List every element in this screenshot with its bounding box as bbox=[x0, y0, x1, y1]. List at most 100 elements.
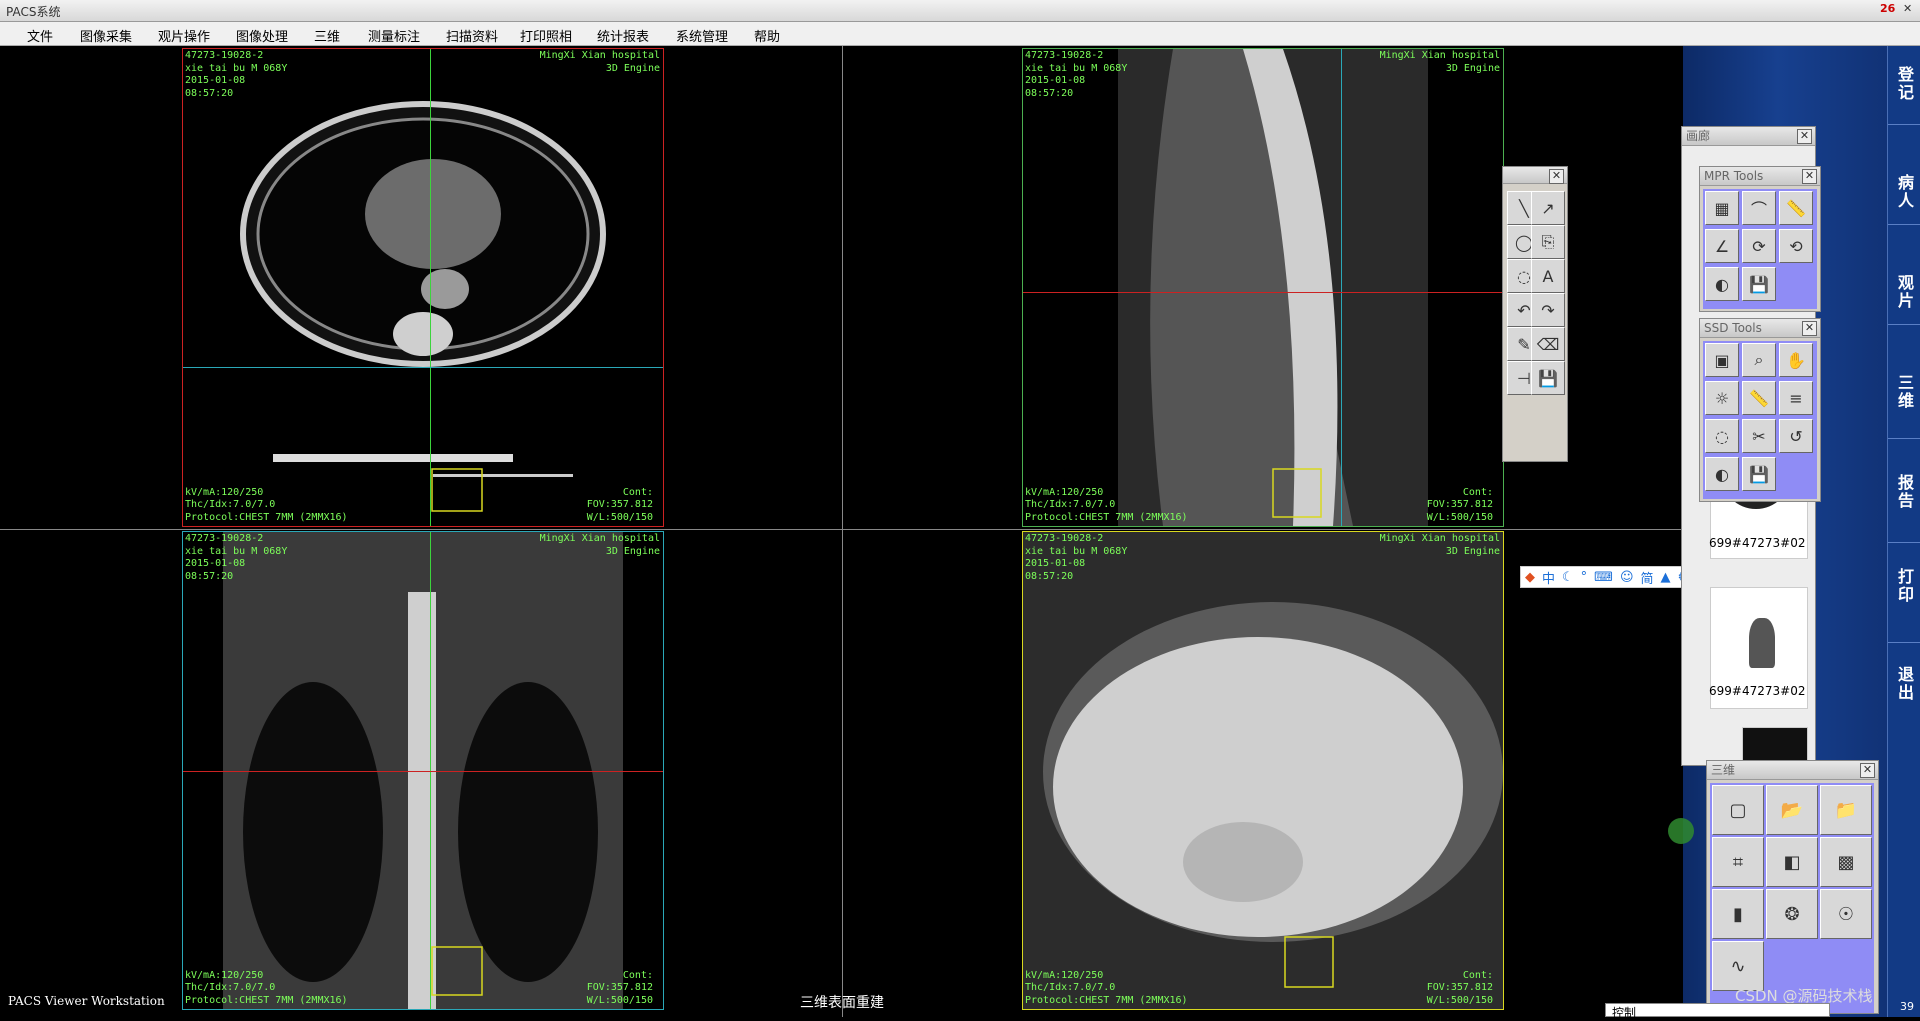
tab-print[interactable]: 打印 bbox=[1894, 568, 1916, 604]
patient-info: 47273-19028-2 xie tai bu M 068Y 2015-01-… bbox=[1025, 50, 1128, 99]
coronal-view-pane[interactable]: 47273-19028-2 xie tai bu M 068Y 2015-01-… bbox=[182, 531, 664, 1010]
angle-ruler-icon[interactable]: ∠ bbox=[1705, 229, 1739, 263]
color-map-icon[interactable]: ≡ bbox=[1779, 381, 1813, 415]
menu-file[interactable]: 文件 bbox=[27, 26, 53, 45]
punct-icon[interactable]: ° bbox=[1581, 570, 1588, 585]
open-series-icon[interactable]: 📁 bbox=[1820, 785, 1872, 835]
scan-params: kV/mA:120/250 Thc/Idx:7.0/7.0 Protocol:C… bbox=[1025, 486, 1188, 523]
close-icon[interactable]: ✕ bbox=[1802, 321, 1817, 336]
ssd-view-pane[interactable]: 47273-19028-2 xie tai bu M 068Y 2015-01-… bbox=[1022, 531, 1504, 1010]
crosshair-horizontal[interactable] bbox=[183, 367, 663, 368]
light-icon[interactable]: ☼ bbox=[1705, 381, 1739, 415]
grid-icon[interactable]: ▦ bbox=[1705, 191, 1739, 225]
tab-report[interactable]: 报告 bbox=[1894, 474, 1916, 510]
threed-window: 三维 ✕ ▢ 📂 📁 ⌗ ◧ ▩ ▮ ❂ ☉ ∿ bbox=[1706, 760, 1879, 1014]
text-icon[interactable]: A bbox=[1531, 259, 1565, 293]
close-icon[interactable]: ✕ bbox=[1860, 763, 1875, 778]
threed-title: 三维 bbox=[1711, 763, 1736, 777]
zoom-icon[interactable]: ⌕ bbox=[1742, 343, 1776, 377]
control-window[interactable]: 控制 bbox=[1605, 1003, 1830, 1020]
tab-exit[interactable]: 退出 bbox=[1894, 666, 1916, 702]
reset-icon[interactable]: ↺ bbox=[1779, 419, 1813, 453]
menu-scan[interactable]: 扫描资料 bbox=[446, 26, 498, 45]
eraser-icon[interactable]: ⌫ bbox=[1531, 327, 1565, 361]
thumbnail-label: 699#47273#02 bbox=[1709, 536, 1806, 550]
scan-params: kV/mA:120/250 Thc/Idx:7.0/7.0 Protocol:C… bbox=[185, 969, 348, 1006]
save-icon[interactable]: 💾 bbox=[1742, 457, 1776, 491]
workstation-label: PACS Viewer Workstation bbox=[8, 994, 165, 1008]
spin-icon[interactable]: ⟲ bbox=[1779, 229, 1813, 263]
right-sidebar: 登记 病人 观片 三维 报告 打印 退出 画廊 ✕ 699#47273#02 6… bbox=[1681, 46, 1920, 1017]
sagittal-view-pane[interactable]: 47273-19028-2 xie tai bu M 068Y 2015-01-… bbox=[1022, 48, 1504, 527]
rotate-icon[interactable]: ⟳ bbox=[1742, 229, 1776, 263]
save-icon[interactable]: 💾 bbox=[1742, 267, 1776, 301]
menu-print[interactable]: 打印照相 bbox=[520, 26, 572, 45]
mpr-tools-window: MPR Tools ✕ ▦ ⌒ 📏 ∠ ⟳ ⟲ ◐ 💾 bbox=[1699, 166, 1821, 312]
menu-process[interactable]: 图像处理 bbox=[236, 26, 288, 45]
save-icon[interactable]: 💾 bbox=[1531, 361, 1565, 395]
window-level-icon[interactable]: ◐ bbox=[1705, 457, 1739, 491]
menu-measure[interactable]: 测量标注 bbox=[368, 26, 420, 45]
hospital-info: MingXi Xian hospital 3D Engine bbox=[539, 533, 660, 557]
close-icon[interactable]: ✕ bbox=[1797, 129, 1812, 144]
moon-icon[interactable]: ☾ bbox=[1562, 570, 1574, 585]
close-icon[interactable]: ✕ bbox=[1549, 169, 1564, 184]
close-icon[interactable]: ✕ bbox=[1903, 2, 1912, 15]
copy-icon[interactable]: ⎘ bbox=[1531, 225, 1565, 259]
mpr-icon[interactable]: ⌗ bbox=[1712, 837, 1764, 887]
head-icon[interactable]: ☉ bbox=[1820, 889, 1872, 939]
brain-icon[interactable]: ❂ bbox=[1766, 889, 1818, 939]
image-icon[interactable]: ▣ bbox=[1705, 343, 1739, 377]
new-icon[interactable]: ▢ bbox=[1712, 785, 1764, 835]
axial-view-pane[interactable]: 47273-19028-2 xie tai bu M 068Y 2015-01-… bbox=[182, 48, 664, 527]
ruler-icon[interactable]: 📏 bbox=[1779, 191, 1813, 225]
menu-3d[interactable]: 三维 bbox=[314, 26, 340, 45]
open-folder-icon[interactable]: 📂 bbox=[1766, 785, 1818, 835]
menu-stats[interactable]: 统计报表 bbox=[597, 26, 649, 45]
sagittal-ct-image bbox=[1118, 49, 1428, 526]
image-viewer[interactable]: 47273-19028-2 xie tai bu M 068Y 2015-01-… bbox=[0, 46, 1683, 1017]
lasso-icon[interactable]: ◌ bbox=[1705, 419, 1739, 453]
crosshair-vertical[interactable] bbox=[1341, 49, 1342, 526]
ssd-tools-title: SSD Tools bbox=[1704, 321, 1762, 335]
ruler-icon[interactable]: 📏 bbox=[1742, 381, 1776, 415]
curve-ruler-icon[interactable]: ⌒ bbox=[1742, 191, 1776, 225]
volume-icon[interactable]: ▩ bbox=[1820, 837, 1872, 887]
ssd-tools-window: SSD Tools ✕ ▣ ⌕ ✋ ☼ 📏 ≡ ◌ ✂ ↺ ◐ 💾 bbox=[1699, 318, 1821, 502]
nav-tabs: 登记 病人 观片 三维 报告 打印 退出 bbox=[1887, 46, 1920, 1017]
thumbnail[interactable]: 699#47273#02 bbox=[1709, 587, 1808, 709]
crosshair-horizontal[interactable] bbox=[1023, 292, 1503, 293]
mip-icon[interactable]: ▮ bbox=[1712, 889, 1764, 939]
ime-simp[interactable]: 简 bbox=[1641, 568, 1654, 587]
hospital-info: MingXi Xian hospital 3D Engine bbox=[1379, 50, 1500, 74]
menu-view[interactable]: 观片操作 bbox=[158, 26, 210, 45]
user-icon[interactable]: ☺ bbox=[1620, 570, 1634, 585]
crosshair-horizontal[interactable] bbox=[183, 771, 663, 772]
ime-lang[interactable]: 中 bbox=[1542, 568, 1555, 587]
menu-help[interactable]: 帮助 bbox=[754, 26, 780, 45]
pan-hand-icon[interactable]: ✋ bbox=[1779, 343, 1813, 377]
tab-patient[interactable]: 病人 bbox=[1894, 174, 1916, 210]
cut-icon[interactable]: ✂ bbox=[1742, 419, 1776, 453]
shirt-icon[interactable]: ▲ bbox=[1661, 570, 1671, 585]
menu-bar: 文件 图像采集 观片操作 图像处理 三维 测量标注 扫描资料 打印照相 统计报表… bbox=[0, 22, 1920, 46]
cube-icon[interactable]: ◧ bbox=[1766, 837, 1818, 887]
ssd-3d-image bbox=[1023, 532, 1503, 1009]
window-params: Cont: FOV:357.812 W/L:500/150 bbox=[586, 969, 653, 1006]
window-level-icon[interactable]: ◐ bbox=[1705, 267, 1739, 301]
tab-view[interactable]: 观片 bbox=[1894, 274, 1916, 310]
menu-system[interactable]: 系统管理 bbox=[676, 26, 728, 45]
close-icon[interactable]: ✕ bbox=[1802, 169, 1817, 184]
hospital-info: MingXi Xian hospital 3D Engine bbox=[1379, 533, 1500, 557]
crosshair-vertical[interactable] bbox=[430, 49, 431, 526]
tab-register[interactable]: 登记 bbox=[1894, 66, 1916, 102]
arrow-icon[interactable]: ↗ bbox=[1531, 191, 1565, 225]
patient-info: 47273-19028-2 xie tai bu M 068Y 2015-01-… bbox=[1025, 533, 1128, 582]
tab-3d[interactable]: 三维 bbox=[1894, 374, 1916, 410]
keyboard-icon[interactable]: ⌨ bbox=[1594, 570, 1613, 585]
menu-capture[interactable]: 图像采集 bbox=[80, 26, 132, 45]
curve-icon[interactable]: ∿ bbox=[1712, 941, 1764, 991]
redo-icon[interactable]: ↷ bbox=[1531, 293, 1565, 327]
pane-divider-vertical[interactable] bbox=[842, 46, 843, 1017]
hospital-info: MingXi Xian hospital 3D Engine bbox=[539, 50, 660, 74]
